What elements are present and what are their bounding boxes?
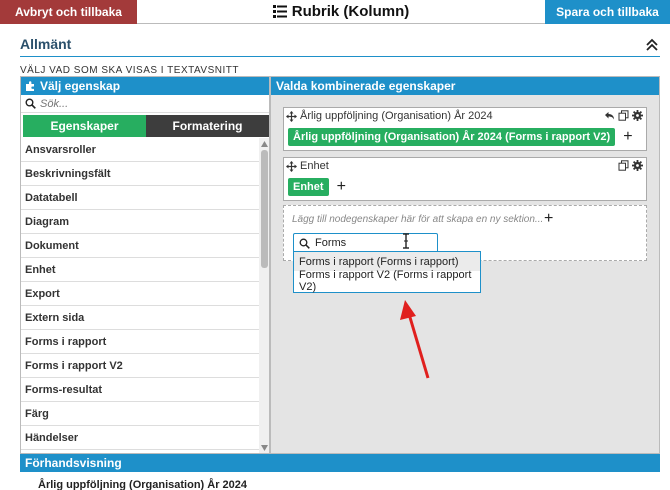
list-item[interactable]: Diagram	[21, 210, 259, 234]
list-item[interactable]: Dokument	[21, 234, 259, 258]
list-item[interactable]: Extern sida	[21, 306, 259, 330]
list-item[interactable]: Datatabell	[21, 186, 259, 210]
text-cursor-icon	[403, 233, 409, 249]
preview-header: Förhandsvisning	[20, 454, 660, 472]
list-item[interactable]: Forms i rapport	[21, 330, 259, 354]
search-icon	[25, 98, 36, 109]
dropzone-hint: Lägg till nodegenskaper här för att skap…	[292, 214, 544, 225]
list-icon	[272, 5, 287, 18]
search-icon	[299, 238, 310, 249]
list-item[interactable]: Enhet	[21, 258, 259, 282]
annotation-arrow-icon	[400, 300, 430, 379]
list-item[interactable]: Ansvarsroller	[21, 138, 259, 162]
undo-icon[interactable]	[604, 110, 615, 121]
section-card-header[interactable]: Enhet	[284, 158, 646, 174]
selected-properties-title: Valda kombinerade egenskaper	[276, 79, 456, 93]
add-section-button[interactable]: +	[544, 210, 553, 228]
save-button[interactable]: Spara och tillbaka	[545, 0, 670, 24]
property-list-scrollbar[interactable]	[259, 138, 269, 453]
property-tabs: Egenskaper Formatering	[21, 115, 269, 137]
section-card-title: Enhet	[300, 160, 329, 172]
tab-egenskaper[interactable]: Egenskaper	[23, 115, 146, 137]
page-title-text: Rubrik (Kolumn)	[291, 3, 410, 20]
list-item[interactable]: Färg	[21, 402, 259, 426]
add-property-button[interactable]: +	[623, 129, 632, 145]
gear-icon[interactable]	[632, 110, 643, 121]
section-card-header[interactable]: Årlig uppföljning (Organisation) År 2024	[284, 108, 646, 124]
chevron-double-up-icon[interactable]	[645, 38, 659, 52]
list-item[interactable]: Forms i rapport V2	[21, 354, 259, 378]
property-search-input[interactable]	[40, 97, 240, 110]
copy-icon[interactable]	[618, 110, 629, 121]
section-card-title: Årlig uppföljning (Organisation) År 2024	[300, 110, 493, 122]
page-title: Rubrik (Kolumn)	[137, 0, 545, 23]
dropzone-search-value: Forms	[315, 237, 347, 249]
preview-title: Förhandsvisning	[25, 456, 122, 470]
autocomplete-dropdown: Forms i rapport (Forms i rapport) Forms …	[293, 251, 481, 293]
selected-properties-header: Valda kombinerade egenskaper	[271, 77, 659, 95]
property-picker-header: Välj egenskap	[21, 77, 269, 95]
list-item[interactable]: Export	[21, 282, 259, 306]
section-divider	[20, 56, 660, 57]
property-chip[interactable]: Årlig uppföljning (Organisation) År 2024…	[288, 128, 616, 146]
tab-formatering[interactable]: Formatering	[146, 115, 269, 137]
preview-content: Årlig uppföljning (Organisation) År 2024	[38, 479, 248, 490]
top-bar: Avbryt och tillbaka Rubrik (Kolumn) Spar…	[0, 0, 670, 24]
dropzone-search-input[interactable]: Forms	[293, 233, 438, 253]
property-list: Ansvarsroller Beskrivningsfält Datatabel…	[21, 138, 259, 450]
copy-icon[interactable]	[618, 160, 629, 171]
add-property-button[interactable]: +	[337, 179, 346, 195]
gear-icon[interactable]	[632, 160, 643, 171]
scroll-up-icon[interactable]	[260, 140, 269, 148]
list-item[interactable]: Händelser	[21, 426, 259, 450]
section-card: Enhet Enhet +	[283, 157, 647, 201]
puzzle-icon	[26, 80, 34, 91]
scroll-thumb[interactable]	[261, 150, 268, 268]
list-item[interactable]: Beskrivningsfält	[21, 162, 259, 186]
autocomplete-option[interactable]: Forms i rapport V2 (Forms i rapport V2)	[294, 269, 480, 293]
property-search	[21, 95, 269, 113]
move-icon[interactable]	[286, 160, 297, 172]
move-icon[interactable]	[286, 110, 297, 122]
property-picker-title: Välj egenskap	[40, 79, 121, 93]
cancel-button[interactable]: Avbryt och tillbaka	[0, 0, 137, 24]
section-title: Allmänt	[20, 36, 72, 52]
section-card: Årlig uppföljning (Organisation) År 2024…	[283, 107, 647, 151]
section-subheading: VÄLJ VAD SOM SKA VISAS I TEXTAVSNITT	[20, 65, 239, 76]
property-chip[interactable]: Enhet	[288, 178, 329, 196]
scroll-down-icon[interactable]	[260, 444, 269, 452]
property-picker-panel: Välj egenskap Egenskaper Formatering Ans…	[20, 76, 270, 454]
list-item[interactable]: Forms-resultat	[21, 378, 259, 402]
